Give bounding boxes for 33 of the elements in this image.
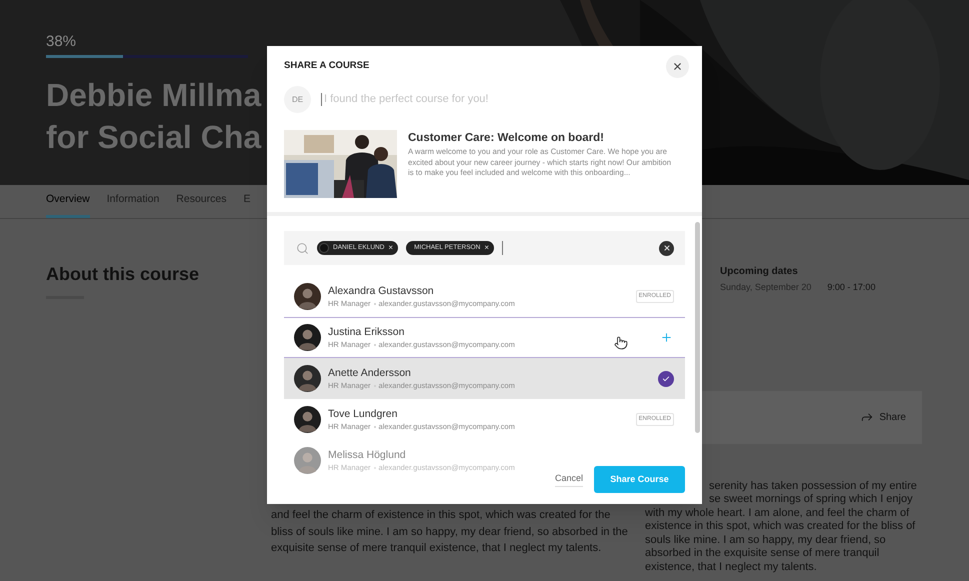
cancel-button[interactable]: Cancel xyxy=(554,472,583,487)
remove-tag-button[interactable]: × xyxy=(388,244,394,252)
tag-avatar xyxy=(319,243,329,253)
person-name: Alexandra Gustavsson xyxy=(328,284,434,298)
avatar xyxy=(294,406,321,433)
description-line: existence in this spot, which was created for the bliss of xyxy=(645,520,916,534)
description-line: bliss of souls like mine. I am so happy, my dear friend, so absorbed in the xyxy=(271,524,628,540)
description-line: absorbed in the exquisite sense of mere tranquil xyxy=(645,547,880,560)
person-name: Anette Andersson xyxy=(328,366,411,380)
description-line: souls like mine. I am so happy, my dear friend, so xyxy=(645,534,886,547)
upcoming-time: 9:00 - 17:00 xyxy=(827,281,876,294)
section-heading: About this course xyxy=(46,263,200,286)
person-name: Tove Lundgren xyxy=(328,406,398,421)
person-name: Justina Eriksson xyxy=(328,324,404,339)
description-line: se sweet mornings of spring which I enjoy xyxy=(709,493,913,506)
hand-cursor-icon xyxy=(614,336,628,350)
description-line: and feel the charm of existence in this spot, which was created for the xyxy=(271,508,610,523)
description-line: exquisite sense of mere tranquil existence, that I neglect my talents. xyxy=(271,541,602,556)
upcoming-heading: Upcoming dates xyxy=(720,265,798,279)
avatar xyxy=(294,324,321,351)
check-icon[interactable] xyxy=(658,370,674,386)
search-icon xyxy=(296,242,309,254)
description-line: with my whole heart. I am alone, and feel the charm of xyxy=(645,506,910,520)
avatar xyxy=(294,447,321,474)
description-line: existence, that I neglect my talents. xyxy=(645,560,817,574)
plus-icon xyxy=(660,331,673,344)
description-line: serenity has taken possession of my entire xyxy=(709,480,917,493)
clear-icon xyxy=(662,244,670,252)
avatar xyxy=(294,365,321,392)
avatar xyxy=(294,283,321,310)
clear-button[interactable] xyxy=(659,240,674,256)
remove-tag-button[interactable]: × xyxy=(484,244,489,252)
person-name: Melissa Höglund xyxy=(328,448,406,462)
